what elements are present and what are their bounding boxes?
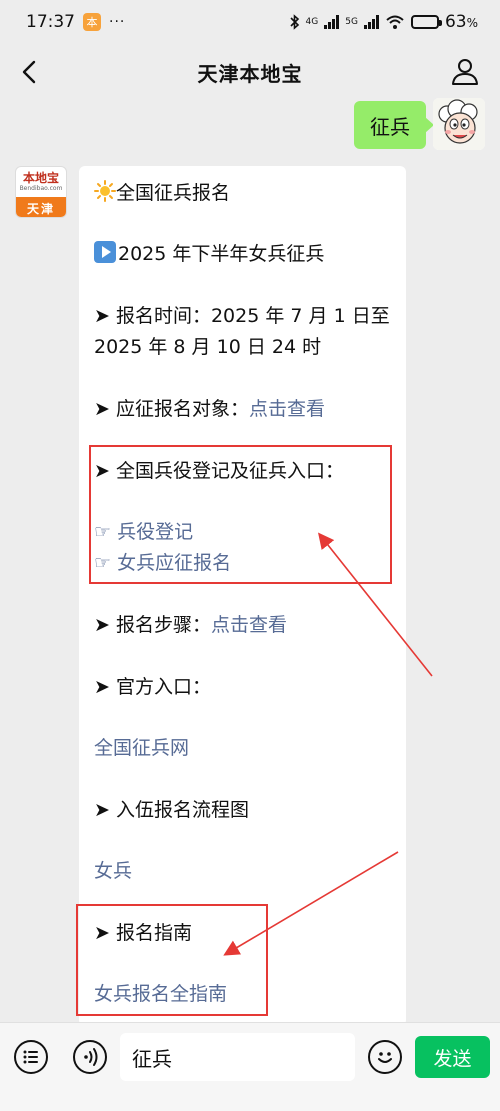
emoji-icon bbox=[378, 1052, 392, 1063]
flow-link[interactable]: 女兵 bbox=[94, 856, 132, 886]
official-account-avatar[interactable]: 本地宝 Bendibao.com 天津 bbox=[15, 166, 67, 218]
status-time: 17:37 bbox=[26, 12, 75, 32]
avatar-brand-text: 本地宝 bbox=[22, 171, 59, 185]
emoji-button[interactable] bbox=[368, 1040, 402, 1074]
network-type-2: 5G bbox=[345, 17, 358, 27]
more-notifications-icon: ··· bbox=[109, 14, 126, 30]
sent-message-bubble: 征兵 bbox=[354, 101, 434, 149]
sent-message-text: 征兵 bbox=[370, 114, 410, 139]
signal-icon bbox=[324, 15, 340, 29]
target-label: ➤ 应征报名对象： bbox=[94, 398, 249, 420]
annotation-box-guide bbox=[76, 904, 268, 1016]
time-value-start: 2025 年 7 月 1 日至 bbox=[210, 305, 390, 327]
title-line: 全国征兵报名 bbox=[94, 178, 230, 208]
network-type-1: 4G bbox=[305, 17, 319, 27]
user-avatar[interactable] bbox=[433, 98, 485, 150]
time-line-2: 2025 年 8 月 10 日 24 时 bbox=[94, 336, 322, 358]
target-line: ➤ 应征报名对象：点击查看 bbox=[94, 394, 325, 424]
sun-icon bbox=[94, 180, 116, 202]
battery-percent: 63 bbox=[444, 12, 467, 32]
official-title: ➤ 官方入口： bbox=[94, 676, 211, 698]
play-icon bbox=[94, 241, 116, 263]
steps-label: ➤ 报名步骤： bbox=[94, 614, 211, 636]
nav-bar: 天津本地宝 bbox=[0, 44, 500, 100]
wifi-icon bbox=[386, 15, 404, 29]
battery-icon bbox=[410, 15, 442, 29]
battery-unit: % bbox=[466, 16, 478, 30]
message-input[interactable] bbox=[120, 1033, 355, 1081]
chat-title: 天津本地宝 bbox=[197, 61, 303, 86]
sheep-avatar-icon bbox=[433, 98, 485, 150]
official-link[interactable]: 全国征兵网 bbox=[94, 733, 189, 763]
signal-icon-2 bbox=[363, 15, 379, 29]
time-line-1: ➤ 报名时间：2025 年 7 月 1 日至 bbox=[94, 301, 390, 331]
steps-line: ➤ 报名步骤：点击查看 bbox=[94, 610, 287, 640]
menu-list-button[interactable] bbox=[14, 1040, 48, 1074]
message-subtitle: 2025 年下半年女兵征兵 bbox=[118, 243, 325, 265]
voice-input-button[interactable] bbox=[73, 1040, 107, 1074]
avatar-brand-url: Bendibao.com bbox=[19, 185, 63, 192]
flow-title: ➤ 入伍报名流程图 bbox=[94, 799, 249, 821]
target-link[interactable]: 点击查看 bbox=[249, 398, 325, 420]
voice-icon bbox=[84, 1048, 98, 1066]
app-notification-icon: 本 bbox=[83, 13, 101, 31]
message-card: 全国征兵报名 2025 年下半年女兵征兵 ➤ 报名时间：2025 年 7 月 1… bbox=[79, 166, 406, 1026]
back-arrow-icon[interactable] bbox=[16, 56, 44, 88]
send-button[interactable]: 发送 bbox=[415, 1036, 490, 1078]
subtitle-line: 2025 年下半年女兵征兵 bbox=[94, 239, 324, 269]
status-bar: 17:37 本 ··· 4G 5G 63% bbox=[0, 0, 500, 44]
message-title: 全国征兵报名 bbox=[116, 182, 231, 204]
list-icon bbox=[23, 1050, 38, 1064]
input-bar: 发送 bbox=[0, 1022, 500, 1111]
avatar-city-text: 天津 bbox=[16, 197, 66, 217]
time-label: ➤ 报名时间： bbox=[94, 305, 211, 327]
bluetooth-icon bbox=[289, 14, 299, 30]
annotation-box-entry bbox=[89, 445, 392, 584]
steps-link[interactable]: 点击查看 bbox=[211, 614, 287, 636]
profile-icon[interactable] bbox=[450, 56, 480, 86]
